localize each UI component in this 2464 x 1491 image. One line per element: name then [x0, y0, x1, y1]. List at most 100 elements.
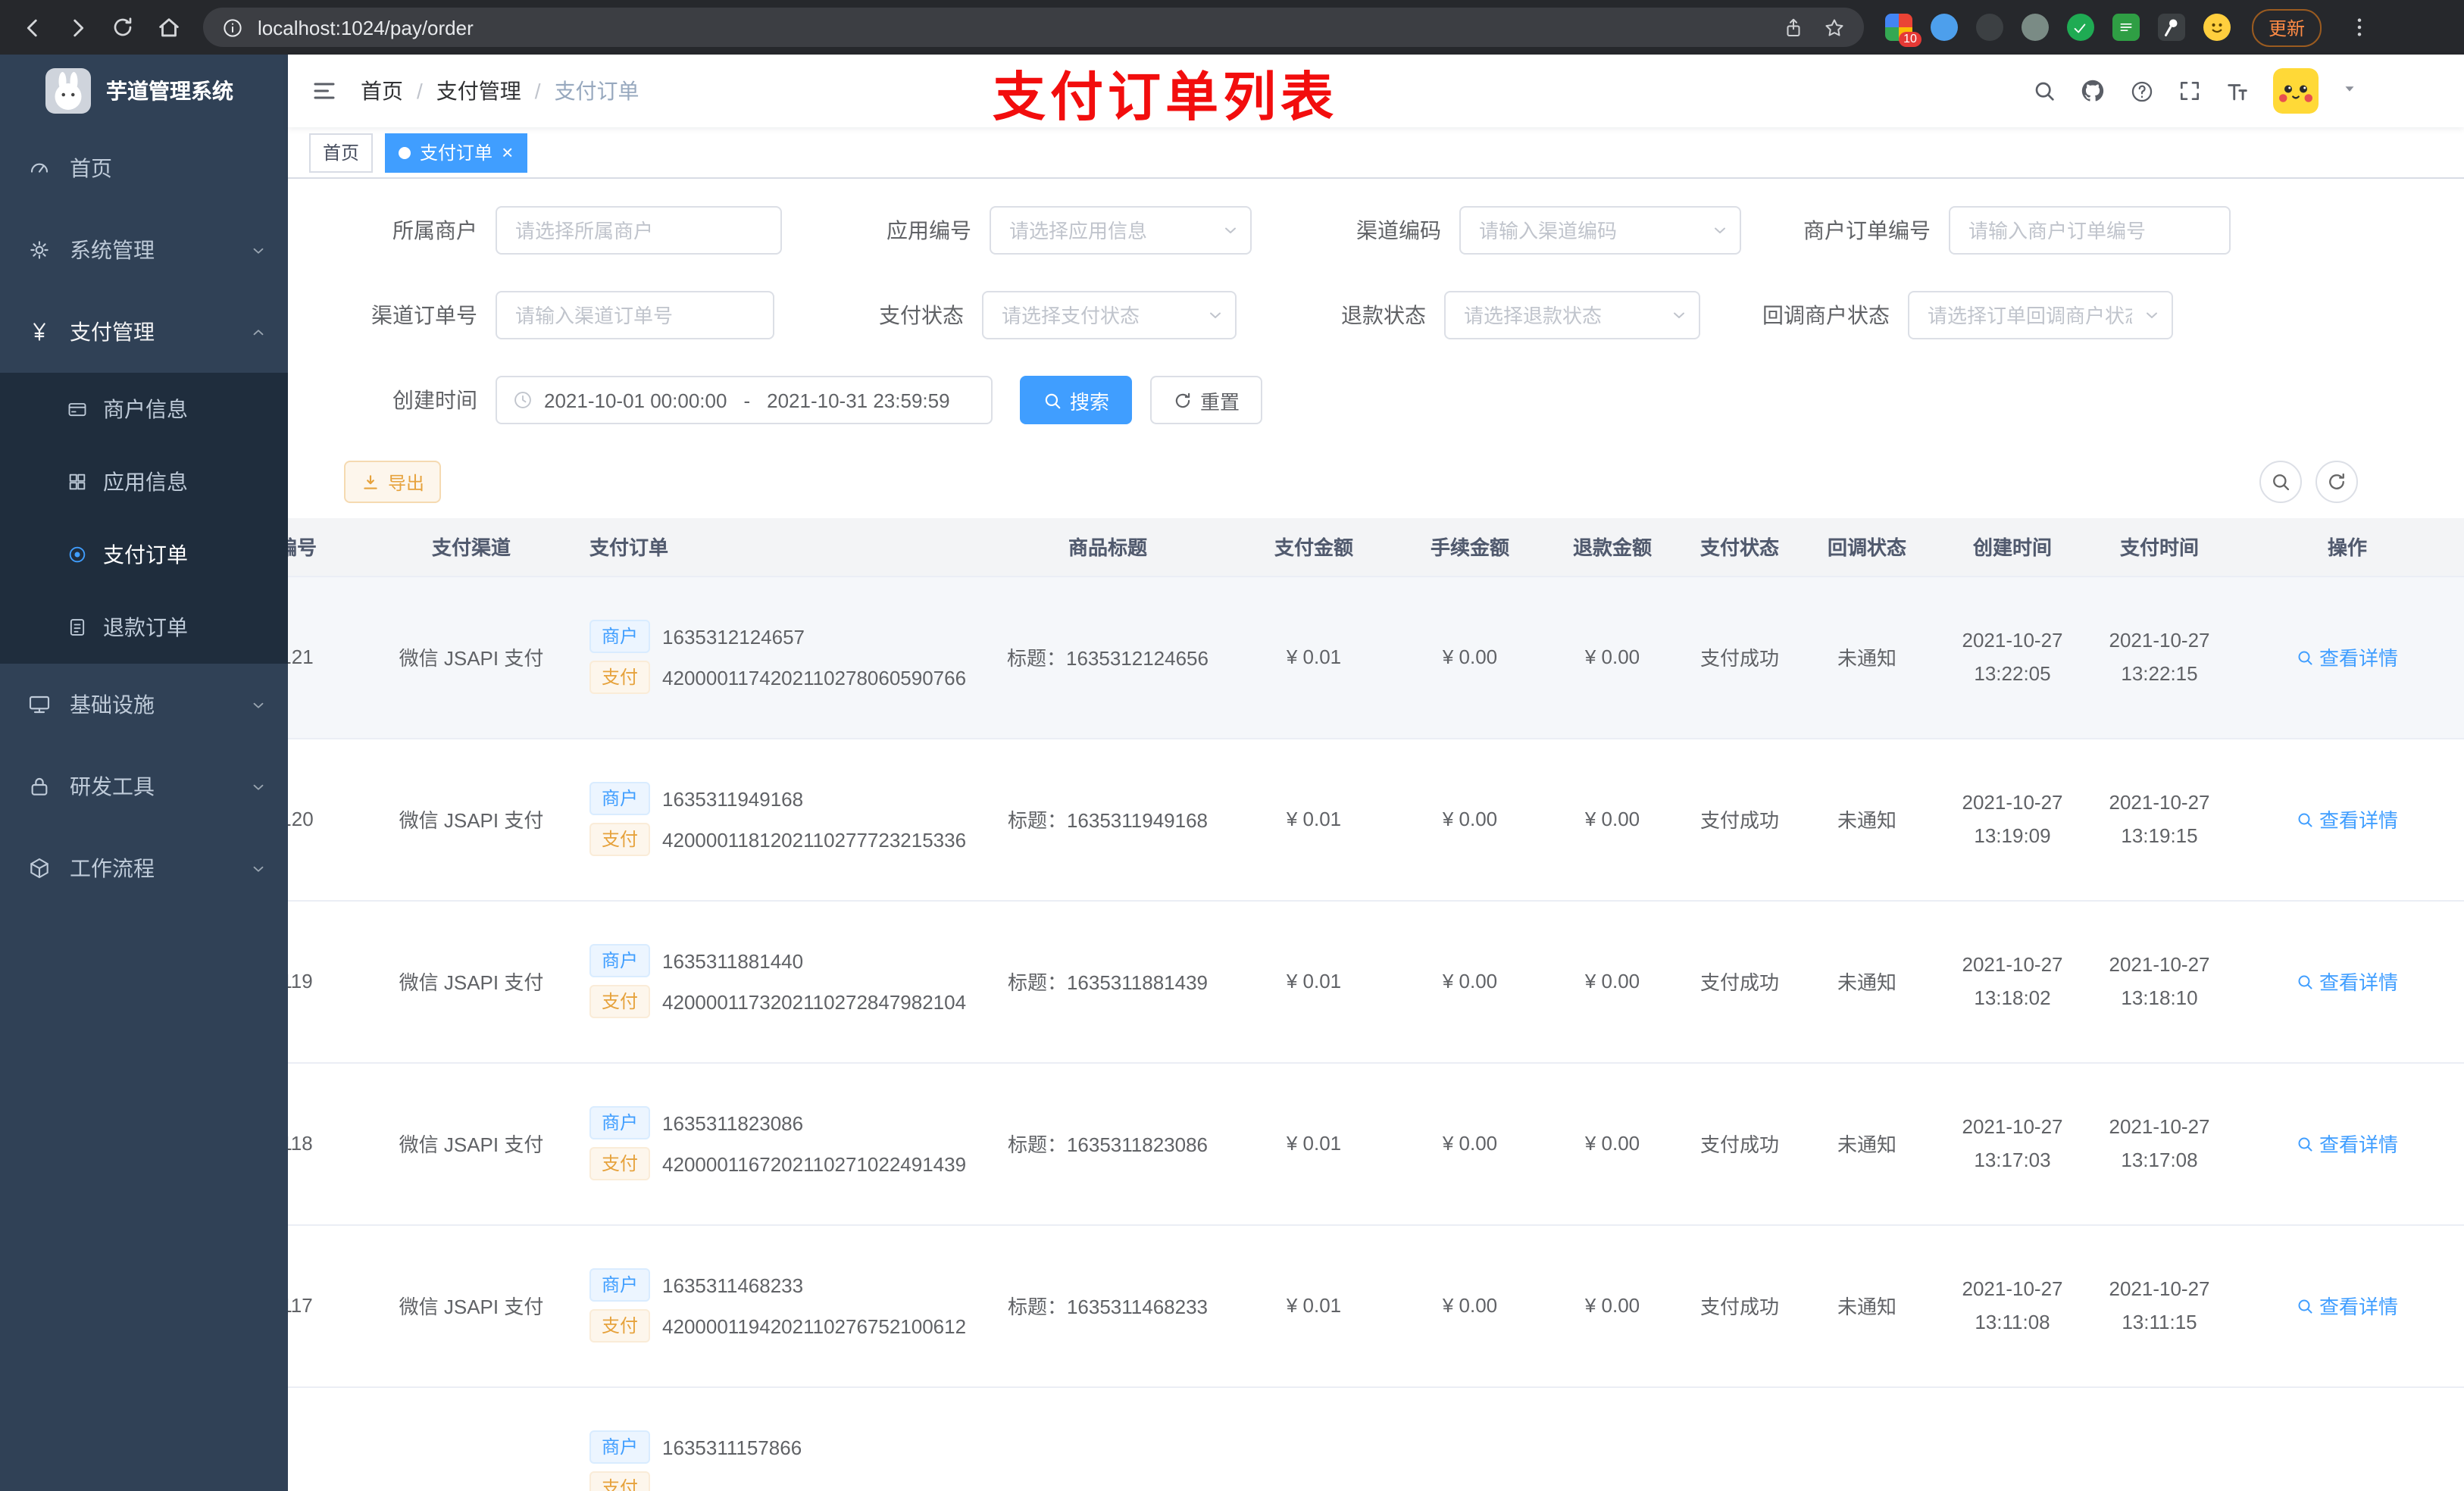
extension-gray-icon[interactable]: [2021, 14, 2049, 41]
channel-code-filter-select[interactable]: [1459, 206, 1741, 255]
sidebar-item-home[interactable]: 首页: [0, 127, 288, 209]
filter-label-pay-status: 支付状态: [879, 303, 964, 327]
merchant-order-no: 1635311881440: [662, 949, 804, 972]
search-icon: [2035, 82, 2054, 101]
pay-status-select[interactable]: [982, 291, 1237, 339]
view-detail-label: 查看详情: [2319, 809, 2398, 832]
app-filter-select[interactable]: [990, 206, 1252, 255]
title-cell: 标题：1635311823086: [985, 1062, 1230, 1225]
extension-dark-icon[interactable]: [1975, 14, 2003, 41]
filter-label-channel-code: 渠道编码: [1356, 218, 1441, 242]
callback-status-select[interactable]: [1908, 291, 2173, 339]
extensions-grid-icon[interactable]: 10: [1884, 14, 1921, 47]
payment-tag: 支付: [589, 823, 651, 856]
view-detail-link[interactable]: 查看详情: [2297, 1291, 2398, 1320]
sidebar-item-merchant-info[interactable]: 商户信息: [0, 373, 288, 445]
reset-button[interactable]: 重置: [1150, 376, 1263, 424]
sidebar-toggle-button[interactable]: [288, 55, 361, 127]
search-button-label: 搜索: [1070, 390, 1110, 413]
font-size-button[interactable]: [2225, 78, 2250, 104]
tab-pay-order[interactable]: 支付订单: [385, 133, 527, 172]
github-icon: [2081, 80, 2104, 102]
chevron-down-icon: [253, 247, 264, 253]
col-header-fee-amount: 手续金额: [1397, 518, 1543, 577]
export-button[interactable]: 导出: [344, 461, 442, 503]
avatar-dropdown-button[interactable]: [2341, 77, 2358, 105]
order-id-cell: [288, 1386, 389, 1491]
toggle-search-button[interactable]: [2259, 461, 2302, 503]
fullscreen-button[interactable]: [2178, 79, 2202, 103]
sidebar-item-pay-order[interactable]: 支付订单: [0, 518, 288, 591]
breadcrumb-current: 支付订单: [554, 79, 639, 103]
col-header-callback: 回调状态: [1797, 518, 1937, 577]
chevron-down-icon: [253, 783, 264, 789]
chevron-down-icon: [253, 702, 264, 708]
font-size-icon: [2228, 83, 2247, 100]
order-no-cell: 商户 1635311468233 支付 42000011942021102767…: [553, 1224, 985, 1387]
breadcrumb-pay-manage[interactable]: 支付管理: [436, 76, 521, 106]
sidebar-item-workflow[interactable]: 工作流程: [0, 827, 288, 909]
extension-face-icon[interactable]: [2203, 14, 2231, 41]
view-detail-label: 查看详情: [2319, 647, 2398, 670]
channel-cell: 微信 JSAPI 支付: [389, 1224, 553, 1387]
share-icon[interactable]: [1782, 16, 1805, 39]
app-logo: 芋道管理系统: [0, 55, 288, 127]
browser-update-button[interactable]: 更新: [2251, 8, 2322, 46]
user-avatar[interactable]: [2273, 68, 2319, 114]
extension-notes-icon[interactable]: [2112, 14, 2140, 41]
sidebar-item-system[interactable]: 系统管理: [0, 209, 288, 291]
view-detail-link[interactable]: 查看详情: [2297, 805, 2398, 833]
refund-amount-cell: ¥ 0.00: [1543, 576, 1682, 739]
extension-blue-icon[interactable]: [1930, 14, 1958, 41]
browser-home-button[interactable]: [149, 8, 188, 47]
callback-cell: 未通知: [1797, 1224, 1937, 1387]
yen-icon: [33, 323, 45, 341]
search-button[interactable]: 搜索: [1020, 376, 1133, 424]
merchant-order-no-input[interactable]: [1949, 206, 2231, 255]
sidebar-item-dev-tools[interactable]: 研发工具: [0, 746, 288, 827]
view-detail-link[interactable]: 查看详情: [2297, 642, 2398, 671]
home-icon: [158, 17, 178, 36]
refund-status-select[interactable]: [1444, 291, 1700, 339]
header-search-button[interactable]: [2032, 79, 2056, 103]
fee-amount-cell: ¥ 0.00: [1397, 900, 1543, 1063]
target-icon: [69, 546, 86, 563]
extension-check-icon[interactable]: [2066, 14, 2094, 41]
sidebar-item-app-info[interactable]: 应用信息: [0, 445, 288, 518]
tab-close-icon[interactable]: [502, 142, 513, 162]
screen: localhost:1024/pay/order 10 更新 支付订单列表 芋道…: [0, 0, 2464, 1491]
site-info-icon: [224, 18, 242, 36]
merchant-tag: 商户: [589, 1430, 651, 1464]
browser-forward-button[interactable]: [58, 8, 97, 47]
search-icon: [2299, 812, 2313, 827]
refresh-table-button[interactable]: [2315, 461, 2358, 503]
table-row: 121 微信 JSAPI 支付 商户 1635312124657 支: [288, 576, 2464, 739]
create-time-range-input[interactable]: 2021-10-01 00:00:00 - 2021-10-31 23:59:5…: [496, 376, 993, 424]
merchant-filter-input[interactable]: [496, 206, 782, 255]
document-icon: [70, 619, 85, 636]
gear-icon: [30, 241, 48, 259]
browser-menu-button[interactable]: [2340, 8, 2379, 47]
browser-reload-button[interactable]: [103, 8, 142, 47]
channel-order-no-input[interactable]: [496, 291, 774, 339]
browser-back-button[interactable]: [12, 8, 52, 47]
tab-home[interactable]: 首页: [309, 133, 374, 172]
grid-icon: [69, 474, 86, 490]
bookmark-star-icon[interactable]: [1823, 16, 1846, 39]
sidebar: 芋道管理系统 首页 系统管理 支付管理 商户信息 应用信息 支付订单 退款订单 …: [0, 55, 288, 1491]
extension-pin-icon[interactable]: [2157, 14, 2185, 41]
page-content: 所属商户 应用编号 渠道编码 商户订单编号: [288, 179, 2464, 1491]
breadcrumb-home[interactable]: 首页: [361, 76, 403, 106]
help-button[interactable]: [2129, 78, 2155, 104]
view-detail-link[interactable]: 查看详情: [2297, 967, 2398, 996]
sidebar-item-infrastructure[interactable]: 基础设施: [0, 664, 288, 746]
sidebar-item-payment[interactable]: 支付管理: [0, 291, 288, 373]
hamburger-icon: [314, 83, 335, 99]
github-button[interactable]: [2079, 77, 2106, 105]
lock-icon: [31, 778, 48, 796]
fee-amount-cell: ¥ 0.00: [1397, 576, 1543, 739]
sidebar-item-refund-order[interactable]: 退款订单: [0, 591, 288, 664]
url-bar[interactable]: localhost:1024/pay/order: [203, 8, 1864, 47]
search-icon: [2299, 650, 2313, 664]
view-detail-link[interactable]: 查看详情: [2297, 1129, 2398, 1158]
